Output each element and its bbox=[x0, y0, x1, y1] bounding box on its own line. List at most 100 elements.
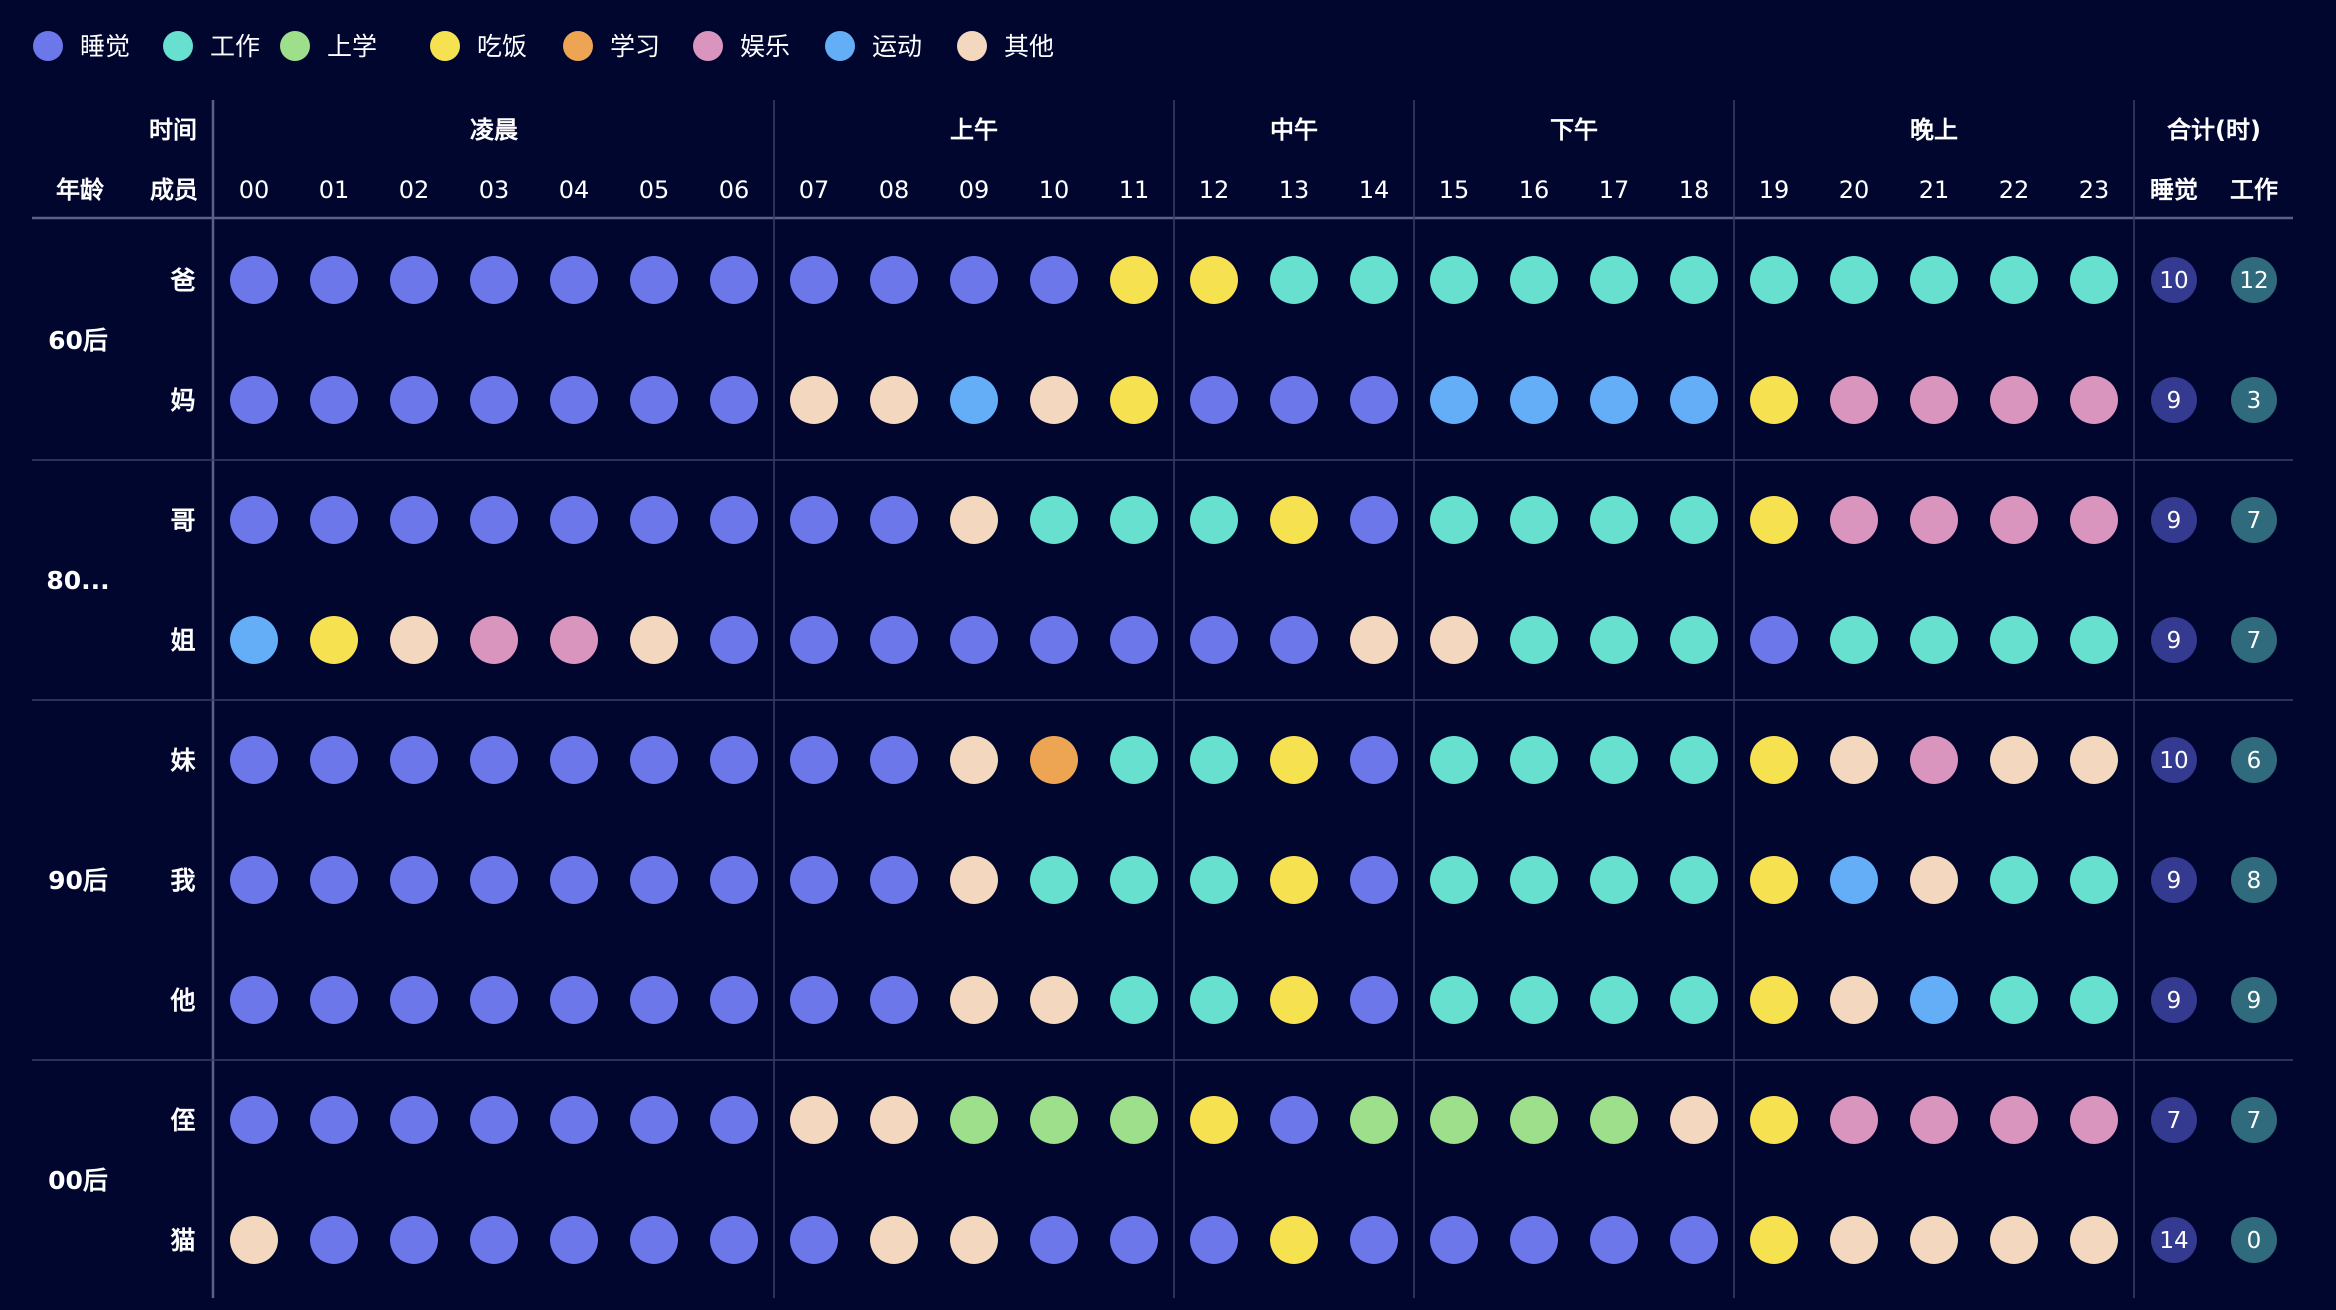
activity-dot-work bbox=[1590, 976, 1638, 1024]
legend-label-sleep: 睡觉 bbox=[80, 32, 130, 61]
total-work-header: 工作 bbox=[2230, 176, 2278, 204]
hour-label-11: 11 bbox=[1119, 176, 1150, 204]
activity-dot-eat bbox=[1750, 1216, 1798, 1264]
activity-dot-sleep bbox=[470, 256, 518, 304]
activity-dot-sleep bbox=[1270, 1096, 1318, 1144]
activity-dot-work bbox=[1750, 256, 1798, 304]
activity-dot-work bbox=[1510, 856, 1558, 904]
activity-dot-work bbox=[1430, 856, 1478, 904]
activity-dot-sleep bbox=[630, 496, 678, 544]
legend-label-work: 工作 bbox=[210, 32, 260, 61]
hour-label-08: 08 bbox=[879, 176, 910, 204]
total-header-label: 合计(时) bbox=[2167, 116, 2261, 144]
activity-dot-sport bbox=[230, 616, 278, 664]
activity-dot-sleep bbox=[870, 856, 918, 904]
legend-swatch-work bbox=[163, 31, 193, 61]
hour-label-21: 21 bbox=[1919, 176, 1950, 204]
period-label-4: 晚上 bbox=[1910, 116, 1958, 144]
activity-dot-sleep bbox=[310, 496, 358, 544]
member-label: 爸 bbox=[169, 266, 195, 295]
activity-dot-work bbox=[1590, 256, 1638, 304]
activity-dot-sleep bbox=[310, 376, 358, 424]
activity-dot-sleep bbox=[310, 976, 358, 1024]
activity-dot-sleep bbox=[1350, 976, 1398, 1024]
activity-dot-school bbox=[950, 1096, 998, 1144]
activity-dot-work bbox=[1510, 616, 1558, 664]
activity-dot-other bbox=[230, 1216, 278, 1264]
activity-dot-work bbox=[1190, 856, 1238, 904]
activity-dot-work bbox=[1590, 496, 1638, 544]
activity-dot-work bbox=[1270, 256, 1318, 304]
activity-dot-work bbox=[1430, 256, 1478, 304]
activity-dot-sport bbox=[1910, 976, 1958, 1024]
activity-dot-work bbox=[1430, 736, 1478, 784]
work-total-value: 3 bbox=[2247, 388, 2262, 414]
activity-dot-sleep bbox=[1190, 1216, 1238, 1264]
sleep-total-value: 14 bbox=[2159, 1228, 2188, 1254]
legend-label-school: 上学 bbox=[327, 32, 377, 61]
hour-label-09: 09 bbox=[959, 176, 990, 204]
legend-swatch-other bbox=[957, 31, 987, 61]
activity-dot-sleep bbox=[470, 856, 518, 904]
sleep-total-value: 10 bbox=[2159, 268, 2188, 294]
legend-swatch-sport bbox=[825, 31, 855, 61]
activity-dot-sleep bbox=[1350, 736, 1398, 784]
hour-label-20: 20 bbox=[1839, 176, 1870, 204]
activity-dot-sleep bbox=[310, 1096, 358, 1144]
activity-dot-work bbox=[1670, 736, 1718, 784]
activity-dot-sleep bbox=[470, 1216, 518, 1264]
member-label: 他 bbox=[169, 986, 195, 1015]
activity-dot-sleep bbox=[1350, 496, 1398, 544]
activity-dot-other bbox=[790, 376, 838, 424]
activity-dot-other bbox=[1830, 976, 1878, 1024]
time-header-label: 时间 bbox=[149, 116, 197, 144]
activity-dot-other bbox=[1990, 736, 2038, 784]
activity-dot-sleep bbox=[1030, 1216, 1078, 1264]
activity-dot-sleep bbox=[390, 976, 438, 1024]
activity-dot-other bbox=[1830, 736, 1878, 784]
age-group-label: 00后 bbox=[48, 1166, 108, 1195]
activity-dot-school bbox=[1510, 1096, 1558, 1144]
activity-dot-school bbox=[1030, 1096, 1078, 1144]
activity-dot-other bbox=[1910, 1216, 1958, 1264]
activity-dot-work bbox=[1190, 976, 1238, 1024]
total-sleep-header: 睡觉 bbox=[2150, 176, 2198, 204]
activity-dot-sleep bbox=[1030, 256, 1078, 304]
activity-dot-sleep bbox=[1270, 376, 1318, 424]
activity-dot-eat bbox=[1750, 856, 1798, 904]
activity-dot-sleep bbox=[710, 1216, 758, 1264]
activity-dot-work bbox=[2070, 856, 2118, 904]
activity-dot-sleep bbox=[1110, 616, 1158, 664]
activity-dot-sleep bbox=[550, 1096, 598, 1144]
activity-dot-work bbox=[1910, 256, 1958, 304]
period-label-3: 下午 bbox=[1550, 116, 1598, 144]
activity-dot-other bbox=[1030, 976, 1078, 1024]
hour-label-04: 04 bbox=[559, 176, 590, 204]
activity-dot-work bbox=[1510, 496, 1558, 544]
activity-dot-fun bbox=[1990, 376, 2038, 424]
activity-dot-other bbox=[1990, 1216, 2038, 1264]
work-total-value: 12 bbox=[2239, 268, 2268, 294]
activity-dot-sleep bbox=[1590, 1216, 1638, 1264]
activity-dot-sleep bbox=[390, 736, 438, 784]
activity-dot-study bbox=[1030, 736, 1078, 784]
activity-dot-sport bbox=[950, 376, 998, 424]
activity-dot-sleep bbox=[1350, 376, 1398, 424]
activity-dot-work bbox=[1990, 616, 2038, 664]
activity-dot-work bbox=[1110, 976, 1158, 1024]
activity-dot-work bbox=[1590, 616, 1638, 664]
activity-dot-sleep bbox=[710, 376, 758, 424]
sleep-total-value: 10 bbox=[2159, 748, 2188, 774]
activity-dot-other bbox=[630, 616, 678, 664]
hour-label-03: 03 bbox=[479, 176, 510, 204]
hour-label-02: 02 bbox=[399, 176, 430, 204]
legend-label-fun: 娱乐 bbox=[740, 32, 790, 61]
activity-dot-fun bbox=[2070, 496, 2118, 544]
activity-dot-sleep bbox=[870, 976, 918, 1024]
activity-dot-eat bbox=[1110, 256, 1158, 304]
activity-dot-work bbox=[1670, 616, 1718, 664]
activity-dot-eat bbox=[1190, 256, 1238, 304]
activity-dot-other bbox=[1430, 616, 1478, 664]
activity-dot-eat bbox=[1190, 1096, 1238, 1144]
legend-swatch-eat bbox=[430, 31, 460, 61]
